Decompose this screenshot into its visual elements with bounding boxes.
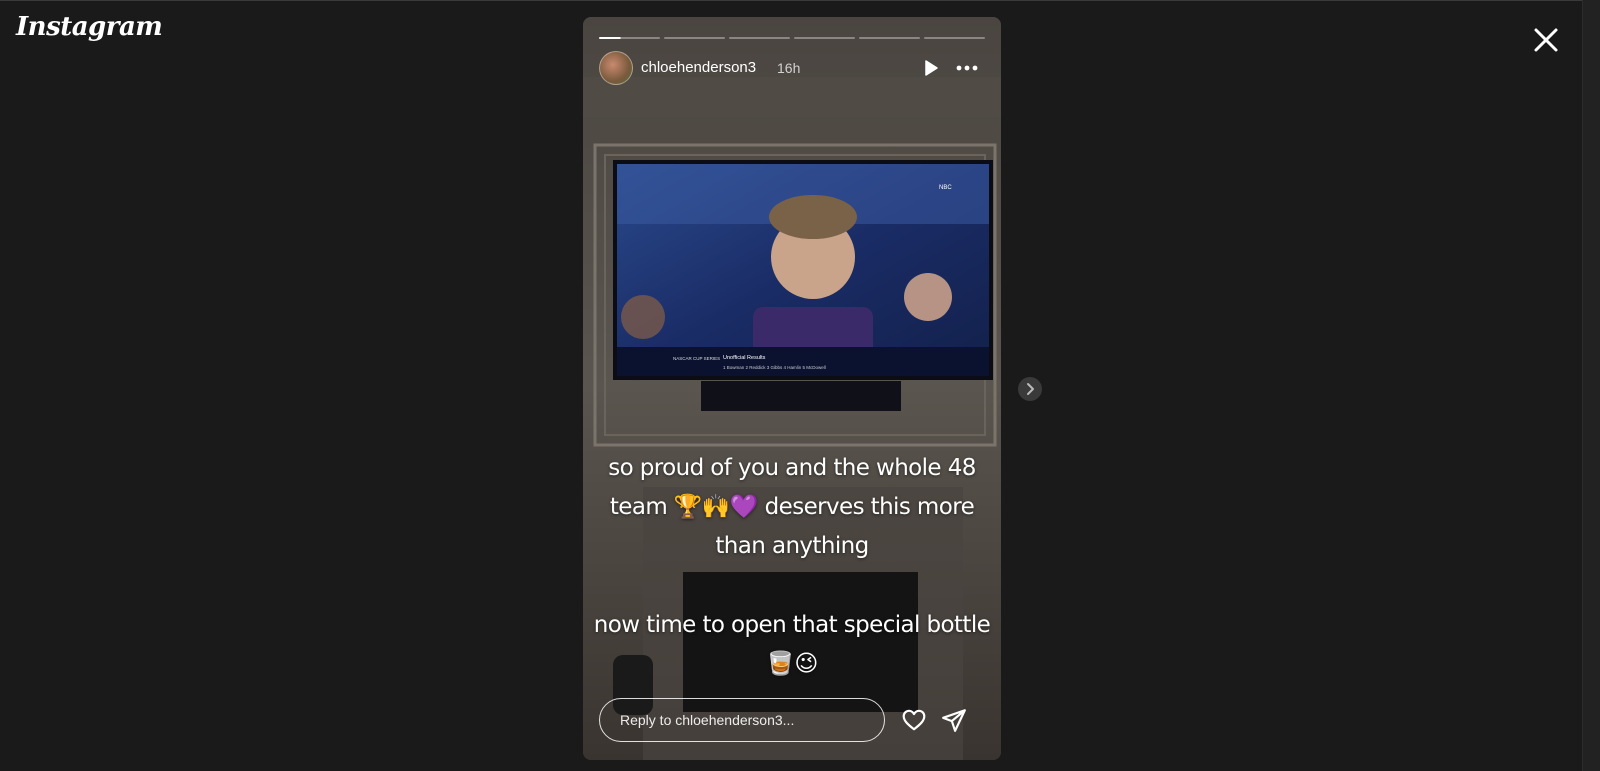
progress-segment — [729, 37, 790, 39]
like-button[interactable] — [901, 707, 927, 733]
more-options-button[interactable] — [955, 58, 979, 78]
share-button[interactable] — [941, 707, 967, 733]
story-caption: so proud of you and the whole 48 team 🏆🙌… — [583, 449, 1001, 684]
progress-segment — [859, 37, 920, 39]
caption-line: so proud of you and the whole 48 — [608, 455, 976, 481]
instagram-logo[interactable]: Instagram — [16, 12, 163, 42]
send-icon — [942, 709, 966, 732]
story-viewer[interactable]: NASCAR CUP SERIES Unofficial Results 1 B… — [583, 17, 1001, 760]
window-top-border — [0, 0, 1600, 1]
caption-line: team 🏆🙌💜 deserves this more — [609, 494, 975, 520]
reply-input[interactable] — [599, 698, 885, 742]
caption-line: than anything — [715, 533, 869, 559]
caption-line: now time to open that special bottle — [593, 612, 991, 638]
progress-segment — [599, 37, 660, 39]
chevron-right-icon — [1027, 383, 1034, 395]
story-timestamp: 16h — [777, 60, 801, 76]
more-icon — [956, 65, 978, 71]
progress-segment — [794, 37, 855, 39]
play-icon — [925, 60, 938, 76]
story-username[interactable]: chloehenderson3 — [641, 59, 756, 76]
story-header: chloehenderson3 16h — [599, 51, 985, 87]
next-story-button[interactable] — [1018, 377, 1042, 401]
avatar[interactable] — [599, 51, 633, 85]
scrollbar[interactable] — [1582, 0, 1600, 771]
progress-segment — [664, 37, 725, 39]
tv-results-text: 1 Bowman 2 Reddick 3 Gibbs 4 Hamlin 5 Mc… — [723, 365, 826, 370]
tv-series-label: NASCAR CUP SERIES — [673, 356, 720, 361]
tv-network-label: NBC — [939, 185, 952, 191]
progress-segment — [924, 37, 985, 39]
close-icon — [1534, 28, 1558, 52]
close-button[interactable] — [1530, 24, 1562, 56]
tv-banner-title: Unofficial Results — [723, 355, 766, 361]
heart-icon — [902, 709, 926, 731]
play-button[interactable] — [921, 58, 941, 78]
story-progress-bar — [599, 37, 985, 39]
caption-line: 🥃😉 — [766, 651, 818, 677]
